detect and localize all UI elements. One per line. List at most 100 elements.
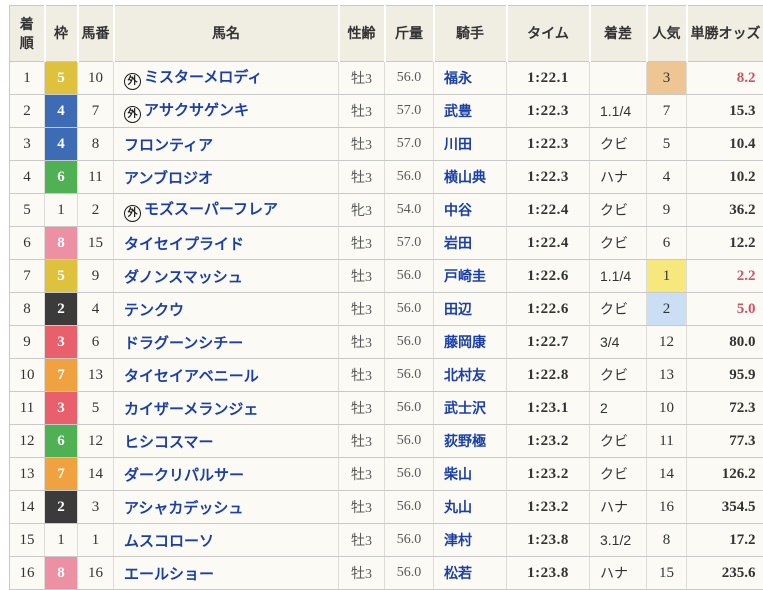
horse-no-cell: 13 [78,359,114,392]
odds-cell: 77.3 [687,425,763,458]
popularity-cell: 10 [647,392,687,425]
time-cell: 1:22.4 [507,194,590,227]
margin-cell: クビ [590,425,647,458]
horse-name-cell: タイセイプライド [114,227,339,260]
jockey-link[interactable]: 柴山 [444,466,472,482]
horse-name-link[interactable]: フロンティア [124,137,213,154]
odds-cell: 36.2 [687,194,763,227]
jockey-link[interactable]: 川田 [444,136,472,152]
jockey-link[interactable]: 丸山 [444,499,472,515]
popularity-cell: 9 [647,194,687,227]
margin-cell: 1.1/4 [590,260,647,293]
horse-name-link[interactable]: アシャカデッシュ [124,500,243,517]
weight-cell: 56.0 [385,557,434,590]
horse-name-cell: カイザーメランジェ [114,392,339,425]
result-row: 1 5 10 外ミスターメロディ 牡3 56.0 福永 1:22.1 3 8.2 [10,62,763,95]
horse-name-link[interactable]: ダークリパルサー [124,467,244,484]
horse-name-link[interactable]: ミスターメロディ [144,69,262,86]
popularity-cell: 12 [647,326,687,359]
horse-name-link[interactable]: エールショー [124,566,214,583]
horse-name-link[interactable]: タイセイアベニール [124,368,259,385]
jockey-cell: 津村 [434,524,507,557]
column-header-margin: 着差 [590,6,647,62]
jockey-cell: 横山典 [434,161,507,194]
time-cell: 1:22.1 [507,62,590,95]
weight-cell: 56.0 [385,491,434,524]
horse-no-cell: 4 [78,293,114,326]
sex-age-cell: 牡3 [339,128,385,161]
jockey-cell: 田辺 [434,293,507,326]
horse-no-cell: 16 [78,557,114,590]
horse-name-link[interactable]: ダノンスマッシュ [124,269,243,286]
jockey-link[interactable]: 中谷 [444,202,472,218]
result-row: 8 2 4 テンクウ 牡3 56.0 田辺 1:22.6 クビ 2 5.0 [10,293,763,326]
horse-name-link[interactable]: モズスーパーフレア [144,201,278,218]
odds-cell: 354.5 [687,491,763,524]
horse-name-cell: ドラグーンシチー [114,326,339,359]
time-cell: 1:22.6 [507,293,590,326]
jockey-link[interactable]: 戸崎圭 [444,268,486,284]
horse-name-link[interactable]: アンブロジオ [124,170,213,187]
horse-no-cell: 1 [78,524,114,557]
horse-name-link[interactable]: ドラグーンシチー [124,335,243,352]
frame-badge: 5 [45,260,78,293]
margin-cell: 2 [590,392,647,425]
sex-age-cell: 牡3 [339,359,385,392]
jockey-cell: 武士沢 [434,392,507,425]
jockey-link[interactable]: 福永 [444,70,472,86]
jockey-link[interactable]: 松若 [444,565,472,581]
margin-cell: ハナ [590,491,647,524]
frame-badge: 4 [45,128,78,161]
horse-name-link[interactable]: ムスコローソ [124,533,214,550]
frame-badge: 7 [45,359,78,392]
result-row: 3 4 8 フロンティア 牡3 57.0 川田 1:22.3 クビ 5 10.4 [10,128,763,161]
rank-cell: 5 [10,194,45,227]
sex-age-cell: 牝3 [339,194,385,227]
frame-badge: 2 [45,293,78,326]
jockey-link[interactable]: 横山典 [444,169,486,185]
jockey-link[interactable]: 北村友 [444,367,486,383]
column-header-horse-name: 馬名 [114,6,339,62]
outside-horse-mark-icon: 外 [124,205,141,222]
rank-cell: 16 [10,557,45,590]
time-cell: 1:22.3 [507,95,590,128]
rank-cell: 1 [10,62,45,95]
rank-cell: 13 [10,458,45,491]
weight-cell: 56.0 [385,392,434,425]
rank-cell: 15 [10,524,45,557]
jockey-link[interactable]: 武豊 [444,103,472,119]
weight-cell: 54.0 [385,194,434,227]
jockey-link[interactable]: 岩田 [444,235,472,251]
odds-cell: 10.4 [687,128,763,161]
margin-cell: クビ [590,293,647,326]
result-row: 14 2 3 アシャカデッシュ 牡3 56.0 丸山 1:23.2 ハナ 16 … [10,491,763,524]
horse-no-cell: 11 [78,161,114,194]
jockey-cell: 川田 [434,128,507,161]
frame-badge: 1 [45,194,78,227]
jockey-link[interactable]: 津村 [444,532,472,548]
odds-cell: 72.3 [687,392,763,425]
rank-cell: 8 [10,293,45,326]
horse-name-link[interactable]: ヒシコスマー [124,434,214,451]
rank-cell: 10 [10,359,45,392]
weight-cell: 56.0 [385,62,434,95]
horse-name-link[interactable]: タイセイプライド [124,236,244,253]
results-tbody: 1 5 10 外ミスターメロディ 牡3 56.0 福永 1:22.1 3 8.2… [10,62,763,590]
margin-cell: ハナ [590,161,647,194]
result-row: 11 3 5 カイザーメランジェ 牡3 56.0 武士沢 1:23.1 2 10… [10,392,763,425]
horse-name-cell: ダークリパルサー [114,458,339,491]
race-results-table: 着順 枠 馬番 馬名 性齢 斤量 騎手 タイム 着差 人気 単勝オッズ 1 5 … [9,5,763,590]
weight-cell: 56.0 [385,524,434,557]
rank-cell: 3 [10,128,45,161]
time-cell: 1:22.4 [507,227,590,260]
time-cell: 1:22.3 [507,161,590,194]
time-cell: 1:23.2 [507,425,590,458]
horse-name-link[interactable]: アサクサゲンキ [144,102,249,119]
horse-name-link[interactable]: カイザーメランジェ [124,401,258,418]
jockey-link[interactable]: 武士沢 [444,400,486,416]
horse-name-cell: アシャカデッシュ [114,491,339,524]
horse-name-link[interactable]: テンクウ [124,302,184,319]
jockey-link[interactable]: 荻野極 [444,433,486,449]
jockey-link[interactable]: 藤岡康 [444,334,486,350]
jockey-link[interactable]: 田辺 [444,301,472,317]
